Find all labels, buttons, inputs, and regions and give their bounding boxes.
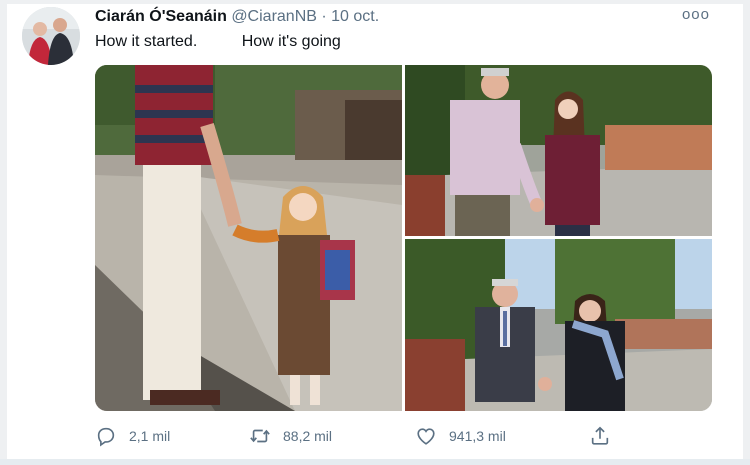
window-left-border <box>0 0 7 465</box>
separator-dot: · <box>321 8 327 25</box>
tweet-date[interactable]: 10 oct. <box>331 8 379 25</box>
like-button[interactable]: 941,3 mil <box>415 424 506 448</box>
display-name[interactable]: Ciarán Ó'Seanáin <box>95 8 227 25</box>
tweet-actions: 2,1 mil 88,2 mil 941,3 mil <box>95 424 615 448</box>
more-options-icon[interactable]: ooo <box>682 6 710 23</box>
reply-icon <box>97 427 115 447</box>
window-bottom-border <box>0 459 750 465</box>
user-handle[interactable]: @CiaranNB <box>231 8 317 25</box>
photo-how-it-going-handshake-image <box>405 65 712 236</box>
media-grid <box>95 65 712 411</box>
retweet-icon <box>250 429 270 443</box>
photo-how-it-started[interactable] <box>95 65 402 411</box>
heart-icon <box>417 428 435 445</box>
retweet-count: 88,2 mil <box>283 428 333 444</box>
photo-how-it-going-graduation-image <box>405 239 712 411</box>
tweet-text: How it started. How it's going <box>95 33 341 50</box>
like-count: 941,3 mil <box>449 428 506 444</box>
avatar-photo <box>22 7 80 65</box>
reply-button[interactable]: 2,1 mil <box>95 424 170 448</box>
photo-how-it-going-handshake[interactable] <box>405 65 712 236</box>
reply-count: 2,1 mil <box>129 428 171 444</box>
window-top-border <box>0 0 750 4</box>
avatar[interactable] <box>22 7 80 65</box>
retweet-button[interactable]: 88,2 mil <box>249 424 332 448</box>
share-button[interactable] <box>589 424 623 448</box>
photo-how-it-started-image <box>95 65 402 411</box>
tweet-header: Ciarán Ó'Seanáin @CiaranNB · 10 oct. <box>95 7 379 26</box>
photo-how-it-going-graduation[interactable] <box>405 239 712 411</box>
share-icon <box>591 426 609 445</box>
window-right-border <box>743 0 750 465</box>
